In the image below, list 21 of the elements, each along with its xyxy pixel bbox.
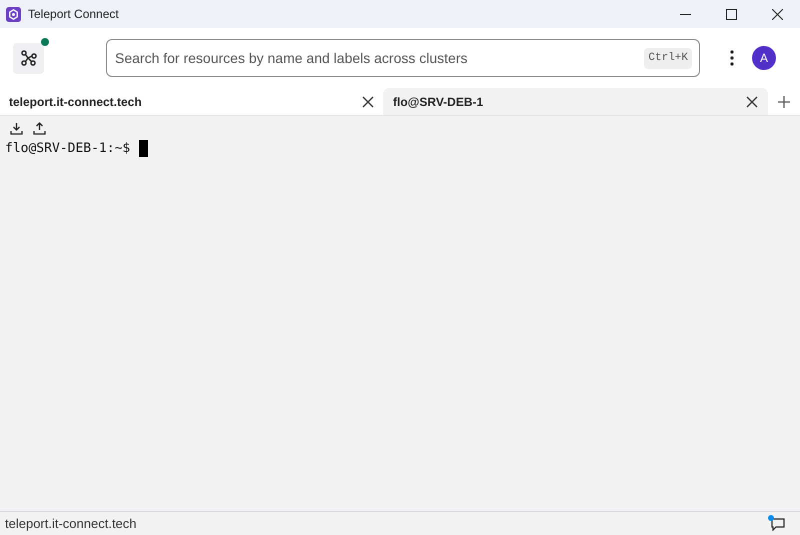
connections-button[interactable] [13,42,44,74]
network-icon [20,49,38,67]
terminal-prompt: flo@SRV-DEB-1:~$ [5,140,130,158]
notifications-button[interactable] [769,516,785,531]
user-avatar[interactable]: A [752,46,776,70]
more-icon [730,50,734,66]
upload-icon[interactable] [33,122,46,135]
chat-icon [769,516,785,531]
window-title: Teleport Connect [28,6,119,23]
more-menu-button[interactable] [728,48,736,68]
new-tab-icon[interactable] [778,96,790,108]
app-logo-icon [6,6,21,22]
close-icon [772,8,782,20]
maximize-icon [726,8,736,20]
close-tab-icon[interactable] [362,96,374,108]
tab[interactable]: flo@SRV-DEB-1 [383,88,768,115]
close-tab-icon[interactable] [746,96,758,108]
download-icon[interactable] [10,122,23,135]
status-text: teleport.it-connect.tech [5,514,137,533]
shortcut-hint: Ctrl+K [644,48,692,68]
terminal-cursor [139,140,148,158]
